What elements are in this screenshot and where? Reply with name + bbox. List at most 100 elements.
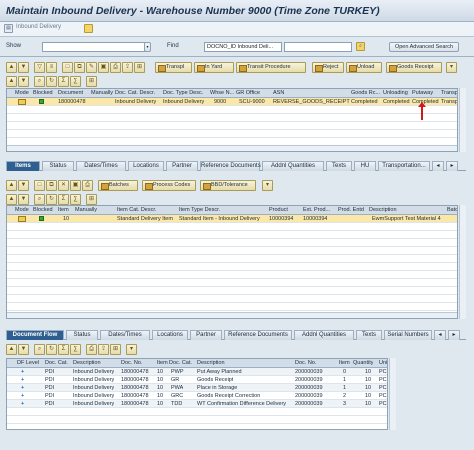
expand-node-icon[interactable]: +	[21, 368, 24, 376]
vertical-scrollbar[interactable]	[459, 88, 466, 152]
cell-doc-no-2[interactable]: 200000039	[295, 376, 323, 384]
tab-serial-numbers[interactable]: Serial Numbers	[384, 330, 432, 340]
subtotal-icon[interactable]: ∑	[70, 344, 81, 355]
vertical-scrollbar[interactable]	[459, 205, 466, 319]
export-icon[interactable]: ⇪	[98, 344, 109, 355]
tab-texts[interactable]: Texts	[326, 161, 352, 171]
deselect-icon[interactable]: ▼	[18, 194, 29, 205]
cell-doc-no[interactable]: 180000478	[121, 400, 149, 408]
col-item-type[interactable]: Item Type Descr.	[179, 206, 220, 215]
sum-icon[interactable]: Σ	[58, 344, 69, 355]
unload-button[interactable]: Unload	[346, 62, 382, 73]
col-manually[interactable]: Manually	[91, 89, 113, 98]
select-all-icon[interactable]: ▲	[6, 76, 17, 87]
tab-locations[interactable]: Locations	[128, 161, 164, 171]
cell-doc-no[interactable]: 180000478	[121, 368, 149, 376]
table-row[interactable]: + PDI Inbound Delivery 180000478 10 TDD …	[7, 400, 387, 408]
bbd-tolerance-button[interactable]: BBD/Tolerance	[200, 180, 256, 191]
col-gr-office[interactable]: GR Office	[236, 89, 260, 98]
tab-items[interactable]: Items	[6, 161, 40, 171]
cell-document[interactable]: 180000478	[58, 98, 86, 106]
col-doc-cat-2[interactable]: Doc. Cat.	[169, 359, 192, 368]
col-unit[interactable]: Unit	[379, 359, 387, 368]
select-all-icon[interactable]: ▲	[6, 194, 17, 205]
col-df-level[interactable]: DF Level	[17, 359, 39, 368]
horizontal-scrollbar[interactable]	[7, 145, 457, 151]
expand-icon[interactable]: ▲	[6, 180, 17, 191]
collapse-icon[interactable]: ▼	[18, 180, 29, 191]
collapse-icon[interactable]: ▼	[18, 62, 29, 73]
cell-doc-no-2[interactable]: 200000039	[295, 384, 323, 392]
search-execute-icon[interactable]: ⌕	[356, 42, 365, 51]
tab-partner[interactable]: Partner	[166, 161, 198, 171]
col-mode[interactable]: Mode	[15, 89, 29, 98]
tab-addnl-quantities[interactable]: Addnl Quantities	[262, 161, 324, 171]
new-icon[interactable]: □	[62, 62, 73, 73]
col-item-cat[interactable]: Item Cat. Descr.	[117, 206, 156, 215]
col-unloading[interactable]: Unloading	[383, 89, 408, 98]
col-item-2[interactable]: Item	[339, 359, 350, 368]
folder-icon[interactable]	[84, 24, 93, 33]
cell-doc-no-2[interactable]: 200000039	[295, 368, 323, 376]
col-doc-cat[interactable]: Doc. Cat.	[45, 359, 68, 368]
variant-icon[interactable]: ⊞	[86, 194, 97, 205]
show-dropdown-arrow-icon[interactable]: ▾	[144, 42, 151, 52]
tab-dates-times[interactable]: Dates/Times	[76, 161, 126, 171]
batches-button[interactable]: Batches	[98, 180, 138, 191]
table-row[interactable]: + PDI Inbound Delivery 180000478 10 GRC …	[7, 392, 387, 400]
find-field-dropdown[interactable]: DOCNO_ID Inbound Deli...	[204, 42, 282, 52]
col-putaway[interactable]: Putaway	[412, 89, 433, 98]
expand-node-icon[interactable]: +	[21, 384, 24, 392]
save-item-icon[interactable]: ▣	[70, 180, 81, 191]
col-goods-rc[interactable]: Goods Rc...	[351, 89, 380, 98]
col-doc-cat[interactable]: Doc. Cat. Descr.	[115, 89, 155, 98]
cell-doc-no[interactable]: 180000478	[121, 376, 149, 384]
layout-icon[interactable]: ⊞	[134, 62, 145, 73]
save-icon[interactable]: ▣	[98, 62, 109, 73]
inbound-delivery-icon[interactable]: ▤	[4, 24, 13, 33]
table-row[interactable]: + PDI Inbound Delivery 180000478 10 PWA …	[7, 384, 387, 392]
sort-icon[interactable]: ≡	[46, 62, 57, 73]
col-item[interactable]: Item	[157, 359, 168, 368]
copy-icon[interactable]: ⧉	[74, 62, 85, 73]
col-blocked[interactable]: Blocked	[33, 89, 53, 98]
print-item-icon[interactable]: ⎙	[82, 180, 93, 191]
filter-icon[interactable]: ▽	[34, 62, 45, 73]
col-item[interactable]: Item	[58, 206, 69, 215]
tab-dates-times[interactable]: Dates/Times	[100, 330, 150, 340]
col-transport[interactable]: Transport	[441, 89, 457, 98]
col-doc-no-2[interactable]: Doc. No.	[295, 359, 316, 368]
reject-button[interactable]: Reject	[312, 62, 344, 73]
tab-reference-documents[interactable]: Reference Documents	[224, 330, 292, 340]
tab-document-flow[interactable]: Document Flow	[6, 330, 64, 340]
vertical-scrollbar[interactable]	[389, 358, 396, 430]
tab-texts[interactable]: Texts	[356, 330, 382, 340]
tab-scroll-left-icon[interactable]: ◂	[434, 330, 446, 340]
goods-receipt-button[interactable]: Goods Receipt	[386, 62, 442, 73]
print-icon[interactable]: ⎙	[86, 344, 97, 355]
col-whse[interactable]: Whse N...	[210, 89, 234, 98]
copy-item-icon[interactable]: ⧉	[46, 180, 57, 191]
more-icon[interactable]: ▾	[262, 180, 273, 191]
find-value-input[interactable]	[284, 42, 352, 52]
tab-status[interactable]: Status	[42, 161, 74, 171]
table-row[interactable]: + PDI Inbound Delivery 180000478 10 PWP …	[7, 368, 387, 376]
cell-doc-no[interactable]: 180000478	[121, 392, 149, 400]
table-row[interactable]: 10 Standard Delivery Item Standard Item …	[7, 215, 457, 223]
print-icon[interactable]: ⎙	[110, 62, 121, 73]
cell-doc-no-2[interactable]: 200000039	[295, 400, 323, 408]
col-document[interactable]: Document	[58, 89, 83, 98]
new-item-icon[interactable]: □	[34, 180, 45, 191]
col-blocked[interactable]: Blocked	[33, 206, 53, 215]
col-product[interactable]: Product	[269, 206, 288, 215]
refresh-icon[interactable]: ↻	[46, 344, 57, 355]
inbound-delivery-label[interactable]: Inbound Delivery	[16, 24, 61, 30]
export-icon[interactable]: ⇪	[122, 62, 133, 73]
expand-node-icon[interactable]: +	[21, 400, 24, 408]
col-description-2[interactable]: Description	[197, 359, 225, 368]
col-batch[interactable]: Batch	[447, 206, 457, 215]
detail-icon[interactable]: ⌕	[34, 76, 45, 87]
tab-transportation[interactable]: Transportation...	[378, 161, 430, 171]
more-icon[interactable]: ▾	[446, 62, 457, 73]
col-mode[interactable]: Mode	[15, 206, 29, 215]
